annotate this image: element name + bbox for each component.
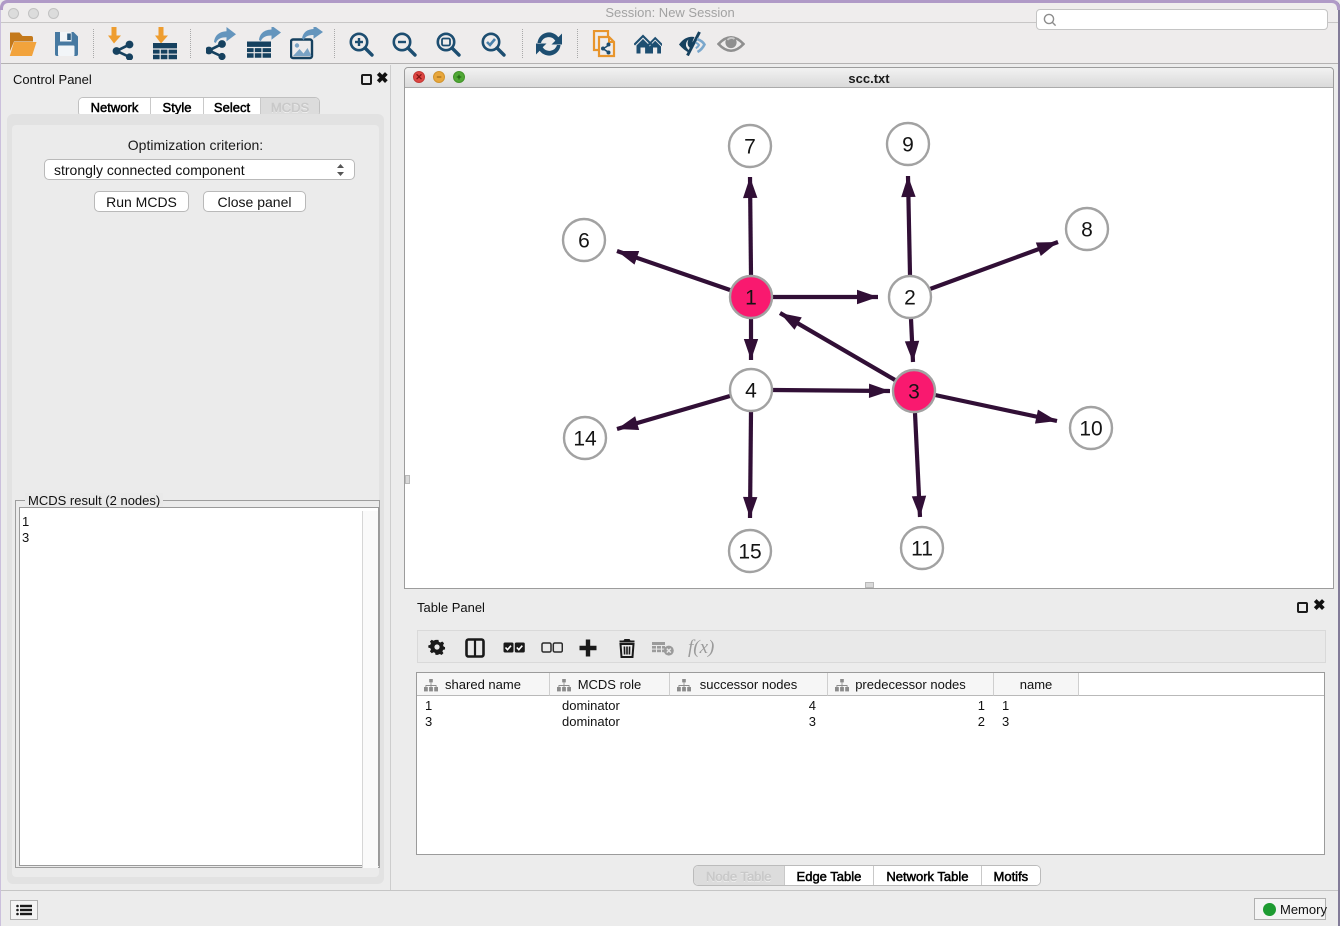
svg-text:14: 14 (573, 428, 597, 451)
svg-text:3: 3 (908, 381, 920, 404)
svg-text:2: 2 (904, 287, 916, 310)
svg-text:6: 6 (578, 230, 590, 253)
svg-text:9: 9 (902, 134, 914, 157)
svg-text:15: 15 (738, 541, 761, 564)
svg-text:8: 8 (1081, 219, 1093, 242)
svg-text:7: 7 (744, 136, 756, 159)
svg-text:1: 1 (745, 287, 757, 310)
svg-text:4: 4 (745, 380, 757, 403)
svg-text:11: 11 (911, 538, 933, 561)
svg-text:10: 10 (1079, 418, 1102, 441)
